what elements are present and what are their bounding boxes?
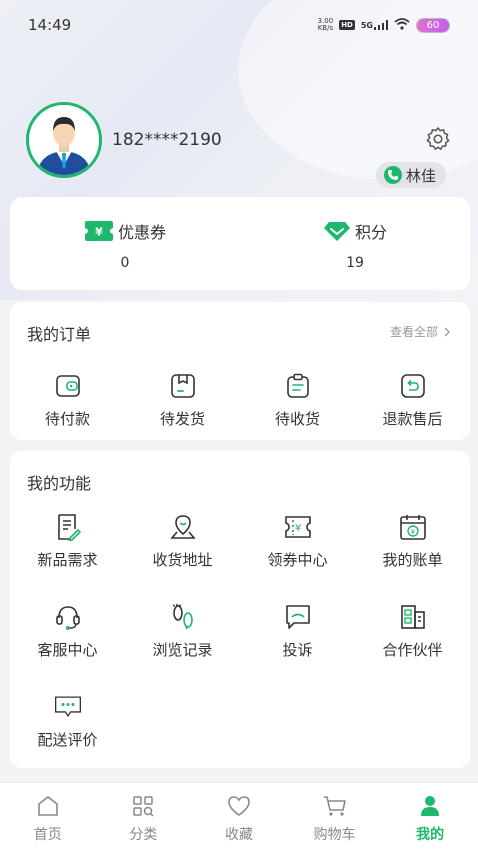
- score-label: 积分: [354, 223, 387, 242]
- contact-name: 林佳: [406, 166, 437, 185]
- headset-icon: [54, 603, 82, 631]
- phone-icon: [384, 166, 402, 184]
- view-all-orders-link[interactable]: 查看全部: [390, 323, 450, 340]
- order-pending-payment[interactable]: 待付款: [10, 372, 125, 429]
- features-row-1: 新品需求 收货地址 ¥ 领券中心 ¥ 我的账单: [10, 513, 470, 570]
- features-row-2: 客服中心 浏览记录 投诉 合作伙伴: [10, 603, 470, 660]
- category-icon: [130, 793, 156, 819]
- wallet-icon: [54, 372, 82, 400]
- feature-coupon-center[interactable]: ¥ 领券中心: [240, 513, 355, 570]
- feature-browsing-history[interactable]: 浏览记录: [125, 603, 240, 660]
- complaint-icon: [284, 603, 312, 631]
- svg-text:¥: ¥: [95, 226, 103, 239]
- bottom-tab-bar: 首页 分类 收藏 购物车 我的: [0, 782, 478, 850]
- cart-icon: [322, 793, 348, 819]
- heart-icon: [226, 793, 252, 819]
- features-title: 我的功能: [27, 474, 92, 493]
- box-icon: [169, 372, 197, 400]
- points-card: ¥ 优惠券 0 积分 19: [10, 197, 470, 290]
- gear-icon: [426, 127, 450, 150]
- footprint-icon: [169, 603, 197, 631]
- svg-text:¥: ¥: [294, 523, 300, 534]
- status-bar: 14:49 3.00 KB/s HD 5G 60: [0, 0, 478, 50]
- orders-title: 我的订单: [27, 325, 92, 344]
- home-icon: [35, 793, 61, 819]
- tab-home[interactable]: 首页: [0, 783, 96, 850]
- network-speed: 3.00 KB/s: [317, 17, 334, 32]
- score-summary[interactable]: 积分 19: [240, 197, 470, 290]
- coupon-summary[interactable]: ¥ 优惠券 0: [10, 197, 240, 290]
- diamond-icon: [323, 222, 350, 241]
- coupon-label: 优惠券: [117, 223, 166, 242]
- feature-partners[interactable]: 合作伙伴: [355, 603, 470, 660]
- status-icons: 3.00 KB/s HD 5G 60: [317, 17, 450, 33]
- feature-new-product-request[interactable]: 新品需求: [10, 513, 125, 570]
- order-refund-aftersales[interactable]: 退款售后: [355, 372, 470, 429]
- feature-shipping-address[interactable]: 收货地址: [125, 513, 240, 570]
- tab-mine[interactable]: 我的: [382, 783, 478, 850]
- hd-icon: HD: [339, 20, 355, 30]
- profile-header: 182****2190 林佳: [0, 100, 478, 195]
- chat-bubble-icon: [54, 693, 82, 721]
- refund-icon: [399, 372, 427, 400]
- edit-document-icon: [54, 513, 82, 541]
- user-icon: [417, 793, 443, 819]
- tab-cart[interactable]: 购物车: [287, 783, 383, 850]
- tab-category[interactable]: 分类: [96, 783, 192, 850]
- order-status-row: 待付款 待发货 待收货 退款售后: [10, 372, 470, 429]
- building-icon: [399, 603, 427, 631]
- settings-button[interactable]: [425, 126, 451, 152]
- orders-card: 我的订单 查看全部 待付款 待发货 待收货 退款售后: [10, 302, 470, 440]
- location-icon: [169, 513, 197, 541]
- features-card: 我的功能 新品需求 收货地址 ¥ 领券中心 ¥ 我的账单 客服中心 浏览记录 投…: [10, 451, 470, 768]
- features-row-3: 配送评价: [10, 693, 470, 750]
- score-value: 19: [346, 255, 364, 271]
- avatar[interactable]: [26, 102, 102, 178]
- bill-icon: ¥: [399, 513, 427, 541]
- battery-icon: 60: [416, 17, 450, 33]
- svg-text:¥: ¥: [410, 528, 415, 536]
- feature-my-bill[interactable]: ¥ 我的账单: [355, 513, 470, 570]
- feature-complaint[interactable]: 投诉: [240, 603, 355, 660]
- wifi-icon: [394, 17, 410, 33]
- order-pending-shipment[interactable]: 待发货: [125, 372, 240, 429]
- signal-icon: 5G: [361, 20, 388, 30]
- coupon-ticket-icon: ¥: [84, 221, 113, 241]
- contact-chip[interactable]: 林佳: [376, 162, 447, 188]
- user-phone-number: 182****2190: [112, 130, 222, 150]
- clipboard-icon: [284, 372, 312, 400]
- status-time: 14:49: [28, 16, 72, 34]
- tab-favorites[interactable]: 收藏: [191, 783, 287, 850]
- feature-delivery-rating[interactable]: 配送评价: [10, 693, 125, 750]
- feature-customer-service[interactable]: 客服中心: [10, 603, 125, 660]
- coupon-value: 0: [120, 255, 130, 271]
- chevron-right-icon: [444, 327, 450, 336]
- order-pending-receipt[interactable]: 待收货: [240, 372, 355, 429]
- coupon-icon: ¥: [284, 513, 312, 541]
- user-avatar-icon: [29, 105, 99, 175]
